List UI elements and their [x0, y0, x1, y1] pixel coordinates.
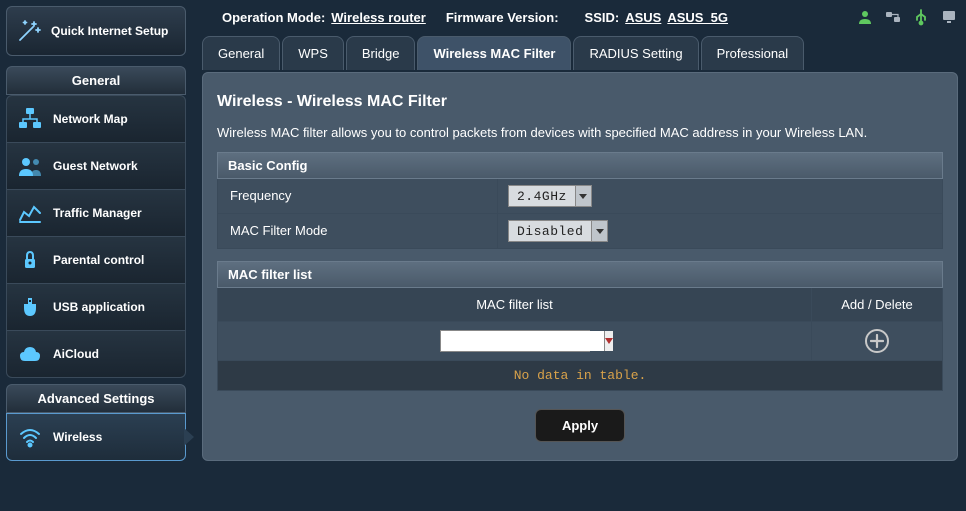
frequency-select[interactable]: 2.4GHz [508, 185, 592, 207]
tab-professional[interactable]: Professional [701, 36, 805, 70]
plus-icon [870, 334, 884, 348]
wand-icon [15, 17, 43, 45]
frequency-value: 2.4GHz [509, 189, 575, 204]
sidebar-item-guest-network[interactable]: Guest Network [6, 143, 186, 190]
ssid-value-2[interactable]: ASUS_5G [667, 10, 728, 25]
aicloud-icon [17, 341, 43, 367]
sidebar-item-network-map[interactable]: Network Map [6, 95, 186, 143]
sidebar-item-parental-control[interactable]: Parental control [6, 237, 186, 284]
sidebar-item-label: Wireless [53, 430, 102, 444]
ssid-label: SSID: [585, 10, 620, 25]
mac-filter-mode-label: MAC Filter Mode [218, 214, 498, 248]
device-status-icon[interactable] [940, 8, 958, 26]
sidebar-section-advanced: Advanced Settings [6, 384, 186, 413]
tab-wps[interactable]: WPS [282, 36, 344, 70]
topbar: Operation Mode: Wireless router Firmware… [202, 4, 958, 36]
sidebar-item-aicloud[interactable]: AiCloud [6, 331, 186, 378]
page-title: Wireless - Wireless MAC Filter [217, 85, 943, 125]
wireless-icon [17, 424, 43, 450]
network-status-icon[interactable] [884, 8, 902, 26]
usb-application-icon [17, 294, 43, 320]
sidebar-section-general: General [6, 66, 186, 95]
main-content: Operation Mode: Wireless router Firmware… [192, 0, 966, 511]
apply-button[interactable]: Apply [535, 409, 625, 442]
sidebar-item-label: Network Map [53, 112, 128, 126]
dropdown-arrow-icon [591, 221, 607, 241]
quick-internet-setup-button[interactable]: Quick Internet Setup [6, 6, 186, 56]
operation-mode-value[interactable]: Wireless router [331, 10, 426, 25]
guest-network-icon [17, 153, 43, 179]
parental-control-icon [17, 247, 43, 273]
traffic-manager-icon [17, 200, 43, 226]
settings-panel: Wireless - Wireless MAC Filter Wireless … [202, 72, 958, 461]
sidebar-item-label: AiCloud [53, 347, 99, 361]
tab-bridge[interactable]: Bridge [346, 36, 416, 70]
sidebar-item-wireless[interactable]: Wireless [6, 413, 186, 461]
user-status-icon[interactable] [856, 8, 874, 26]
status-icons [856, 8, 958, 26]
basic-config-header: Basic Config [217, 152, 943, 179]
usb-status-icon[interactable] [912, 8, 930, 26]
operation-mode-label: Operation Mode: [222, 10, 325, 25]
sidebar-item-label: Parental control [53, 253, 144, 267]
sidebar-item-label: USB application [53, 300, 145, 314]
tabs: General WPS Bridge Wireless MAC Filter R… [202, 36, 958, 70]
mac-address-combo[interactable] [440, 330, 590, 352]
ssid-value-1[interactable]: ASUS [625, 10, 661, 25]
add-mac-button[interactable] [865, 329, 889, 353]
mac-list-col-action: Add / Delete [812, 288, 942, 321]
mac-list-empty-text: No data in table. [217, 361, 943, 391]
network-map-icon [17, 106, 43, 132]
page-description: Wireless MAC filter allows you to contro… [217, 125, 943, 152]
tab-radius-setting[interactable]: RADIUS Setting [573, 36, 698, 70]
mac-address-input[interactable] [441, 331, 604, 351]
mac-filter-list-header: MAC filter list [217, 261, 943, 288]
sidebar-item-label: Guest Network [53, 159, 138, 173]
firmware-label: Firmware Version: [446, 10, 559, 25]
sidebar-item-label: Traffic Manager [53, 206, 142, 220]
mac-list-input-row [217, 322, 943, 361]
tab-wireless-mac-filter[interactable]: Wireless MAC Filter [417, 36, 571, 70]
qis-label: Quick Internet Setup [51, 24, 168, 38]
frequency-label: Frequency [218, 179, 498, 213]
mac-filter-mode-value: Disabled [509, 224, 591, 239]
tab-general[interactable]: General [202, 36, 280, 70]
combo-arrow-icon[interactable] [604, 331, 613, 351]
mac-filter-mode-row: MAC Filter Mode Disabled [217, 214, 943, 249]
frequency-row: Frequency 2.4GHz [217, 179, 943, 214]
sidebar-item-usb-application[interactable]: USB application [6, 284, 186, 331]
mac-filter-mode-select[interactable]: Disabled [508, 220, 608, 242]
dropdown-arrow-icon [575, 186, 591, 206]
mac-list-col-main: MAC filter list [218, 288, 812, 321]
sidebar-item-traffic-manager[interactable]: Traffic Manager [6, 190, 186, 237]
mac-list-table-header: MAC filter list Add / Delete [217, 288, 943, 322]
sidebar: Quick Internet Setup General Network Map… [0, 0, 192, 511]
